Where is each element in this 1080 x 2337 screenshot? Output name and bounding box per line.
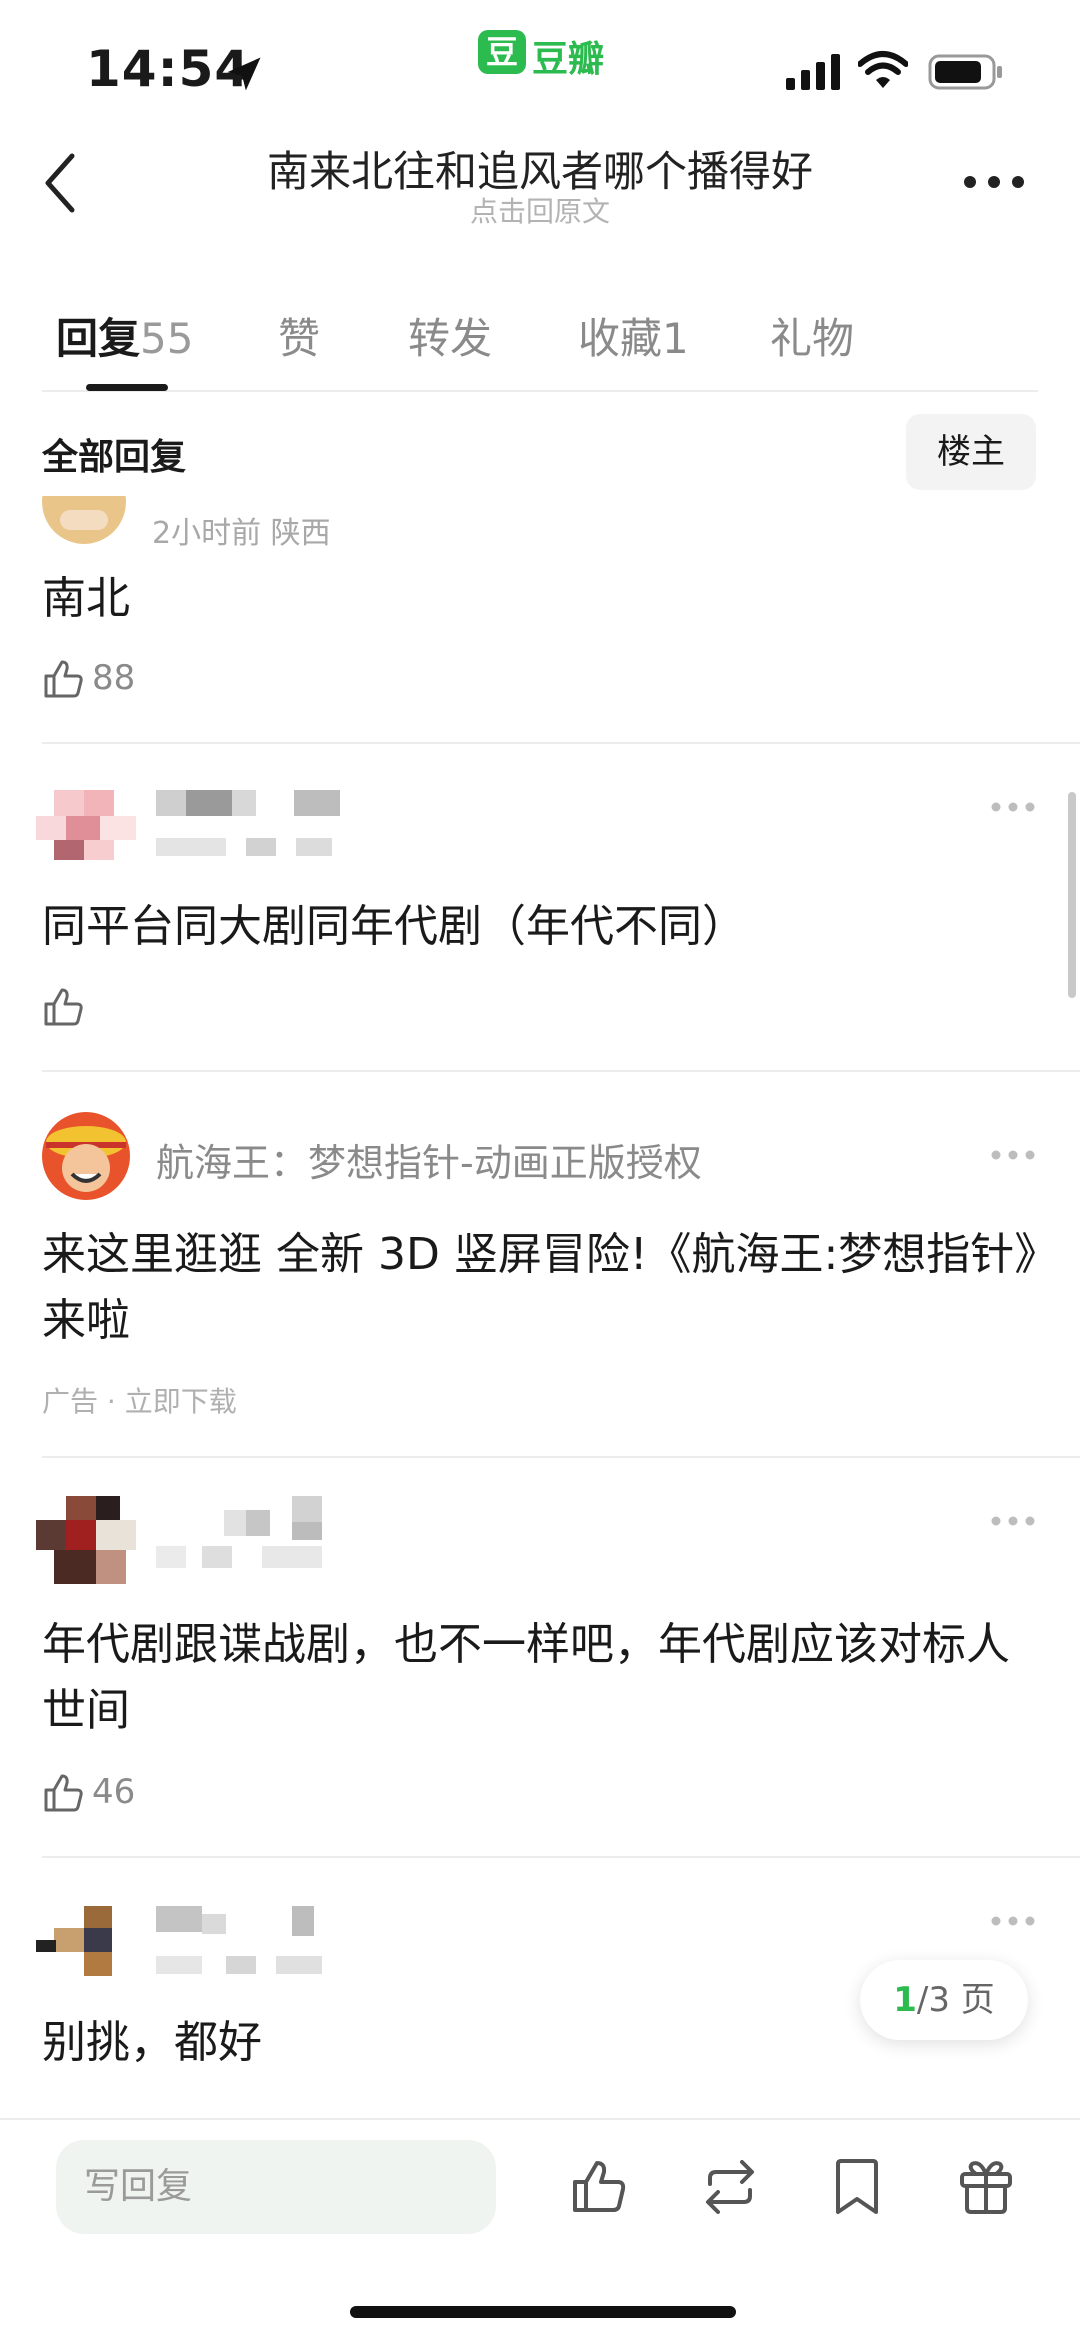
ad-avatar[interactable] <box>42 1112 130 1200</box>
only-op-button[interactable]: 楼主 <box>906 414 1036 490</box>
comment-text: 年代剧跟谍战剧，也不一样吧，年代剧应该对标人 世间 <box>42 1612 1010 1744</box>
tab-count: 55 <box>140 314 194 363</box>
tab-label: 礼物 <box>770 314 855 363</box>
like-icon[interactable] <box>42 1770 86 1814</box>
page-total: /3 页 <box>916 1980 995 2020</box>
comment-text-line: 年代剧跟谍战剧，也不一样吧，年代剧应该对标人 <box>42 1619 1010 1670</box>
tab-label: 回复 <box>56 314 141 363</box>
ad-text-line: 来啦 <box>42 1295 130 1346</box>
like-icon[interactable] <box>570 2156 628 2216</box>
gift-icon[interactable] <box>958 2156 1014 2216</box>
ad-text[interactable]: 来这里逛逛 全新 3D 竖屏冒险!《航海王:梦想指针》 来啦 <box>42 1222 1058 1354</box>
tab-label: 转发 <box>408 314 493 363</box>
comment-more-icon[interactable] <box>990 1514 1036 1528</box>
comment-text-line: 世间 <box>42 1685 130 1736</box>
like-count: 88 <box>92 658 136 698</box>
ad-name[interactable]: 航海王：梦想指针-动画正版授权 <box>156 1132 702 1187</box>
active-tab-indicator <box>86 384 168 391</box>
page-indicator[interactable]: 1/3 页 <box>860 1960 1028 2040</box>
bookmark-icon[interactable] <box>832 2158 882 2216</box>
tab-replies[interactable]: 回复55 <box>56 305 193 366</box>
comment-divider <box>42 742 1080 744</box>
tab-collections[interactable]: 收藏1 <box>578 305 689 366</box>
app-logo-badge: 豆 <box>478 30 526 74</box>
comment-more-icon[interactable] <box>990 800 1036 814</box>
ad-character-icon <box>42 1112 130 1200</box>
battery-icon <box>928 54 1002 90</box>
bottom-bar-divider <box>0 2118 1080 2120</box>
comment-text: 同平台同大剧同年代剧（年代不同） <box>42 901 746 952</box>
comment-avatar[interactable] <box>36 790 136 860</box>
tab-count: 1 <box>662 314 689 363</box>
repost-icon[interactable] <box>698 2158 762 2216</box>
username-pixelated <box>156 790 356 860</box>
comment-divider <box>42 1456 1080 1458</box>
scrollbar[interactable] <box>1068 792 1076 998</box>
page-current: 1 <box>893 1980 917 2020</box>
cellular-signal-icon <box>786 54 840 90</box>
location-arrow-icon <box>227 57 261 91</box>
comment-text: 南北 <box>42 573 130 624</box>
tab-reposts[interactable]: 转发 <box>408 305 492 366</box>
comment-avatar[interactable] <box>42 496 126 544</box>
tab-likes[interactable]: 赞 <box>278 305 320 366</box>
wifi-icon <box>858 51 908 88</box>
comment-avatar[interactable] <box>36 1906 126 1976</box>
tab-gifts[interactable]: 礼物 <box>770 305 854 366</box>
tab-label: 收藏 <box>578 314 663 363</box>
username-pixelated <box>156 1496 356 1582</box>
ad-more-icon[interactable] <box>990 1148 1036 1162</box>
comment-meta: 2小时前 陕西 <box>152 516 331 551</box>
tab-divider <box>42 390 1038 392</box>
app-name: 豆瓣 <box>532 39 605 80</box>
username-pixelated <box>156 1906 336 1976</box>
view-original-link[interactable]: 点击回原文 <box>0 190 1080 230</box>
comment-more-icon[interactable] <box>990 1914 1036 1928</box>
comment-text: 别挑，都好 <box>42 2017 262 2068</box>
tab-label: 赞 <box>278 314 321 363</box>
comment-avatar[interactable] <box>36 1496 136 1586</box>
like-count: 46 <box>92 1772 136 1812</box>
comment-divider <box>42 1856 1080 1858</box>
ad-text-line: 来这里逛逛 全新 3D 竖屏冒险!《航海王:梦想指针》 <box>42 1229 1059 1280</box>
like-icon[interactable] <box>42 984 86 1028</box>
ad-label[interactable]: 广告 · 立即下载 <box>42 1380 237 1420</box>
comment-divider <box>42 1070 1080 1072</box>
home-indicator <box>350 2306 736 2318</box>
like-icon[interactable] <box>42 656 86 700</box>
reply-input[interactable]: 写回复 <box>56 2140 496 2234</box>
all-replies-label: 全部回复 <box>42 437 187 478</box>
more-options-icon[interactable] <box>962 172 1026 192</box>
